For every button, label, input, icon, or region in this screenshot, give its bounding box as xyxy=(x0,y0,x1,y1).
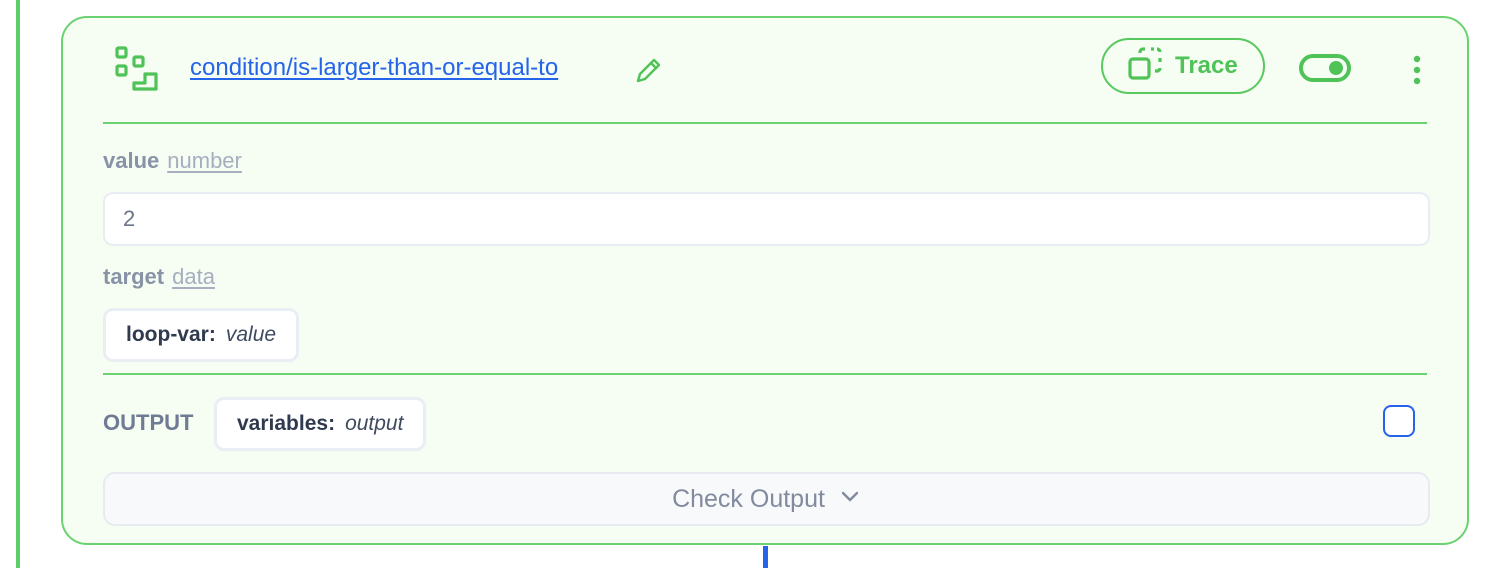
param-type-link[interactable]: data xyxy=(172,264,215,289)
output-checkbox[interactable] xyxy=(1383,405,1415,437)
node-header: condition/is-larger-than-or-equal-to Tra… xyxy=(103,18,1427,124)
param-name: value xyxy=(103,148,160,173)
toggle-knob xyxy=(1329,61,1343,75)
output-variable-chip[interactable]: variables: output xyxy=(214,397,427,451)
trace-copy-icon xyxy=(1125,44,1165,89)
flow-connector xyxy=(763,546,768,568)
output-label: OUTPUT xyxy=(103,410,194,435)
check-output-label: Check Output xyxy=(672,484,825,513)
chip-key: loop-var: xyxy=(126,323,216,346)
node-title-link[interactable]: condition/is-larger-than-or-equal-to xyxy=(190,54,558,82)
chevron-down-icon xyxy=(825,485,861,514)
edit-pencil-icon[interactable] xyxy=(633,54,665,86)
section-divider xyxy=(103,373,1427,375)
trace-label: Trace xyxy=(1175,52,1238,79)
flow-rail xyxy=(16,0,20,568)
node-enabled-toggle[interactable] xyxy=(1299,54,1351,82)
chip-key: variables: xyxy=(237,412,336,435)
more-options-icon[interactable] xyxy=(1409,54,1425,86)
param-name: target xyxy=(103,264,165,289)
workflow-steps-icon xyxy=(113,45,161,93)
trace-button[interactable]: Trace xyxy=(1101,38,1265,94)
param-label-target: target data xyxy=(103,264,215,290)
chip-value: value xyxy=(225,323,277,346)
check-output-button[interactable]: Check Output xyxy=(103,472,1430,526)
value-input[interactable] xyxy=(103,192,1430,246)
param-type-link[interactable]: number xyxy=(167,148,242,173)
chip-value: output xyxy=(345,412,404,435)
param-label-value: value number xyxy=(103,148,242,174)
target-variable-chip[interactable]: loop-var: value xyxy=(103,308,300,362)
node-card: condition/is-larger-than-or-equal-to Tra… xyxy=(61,16,1469,545)
